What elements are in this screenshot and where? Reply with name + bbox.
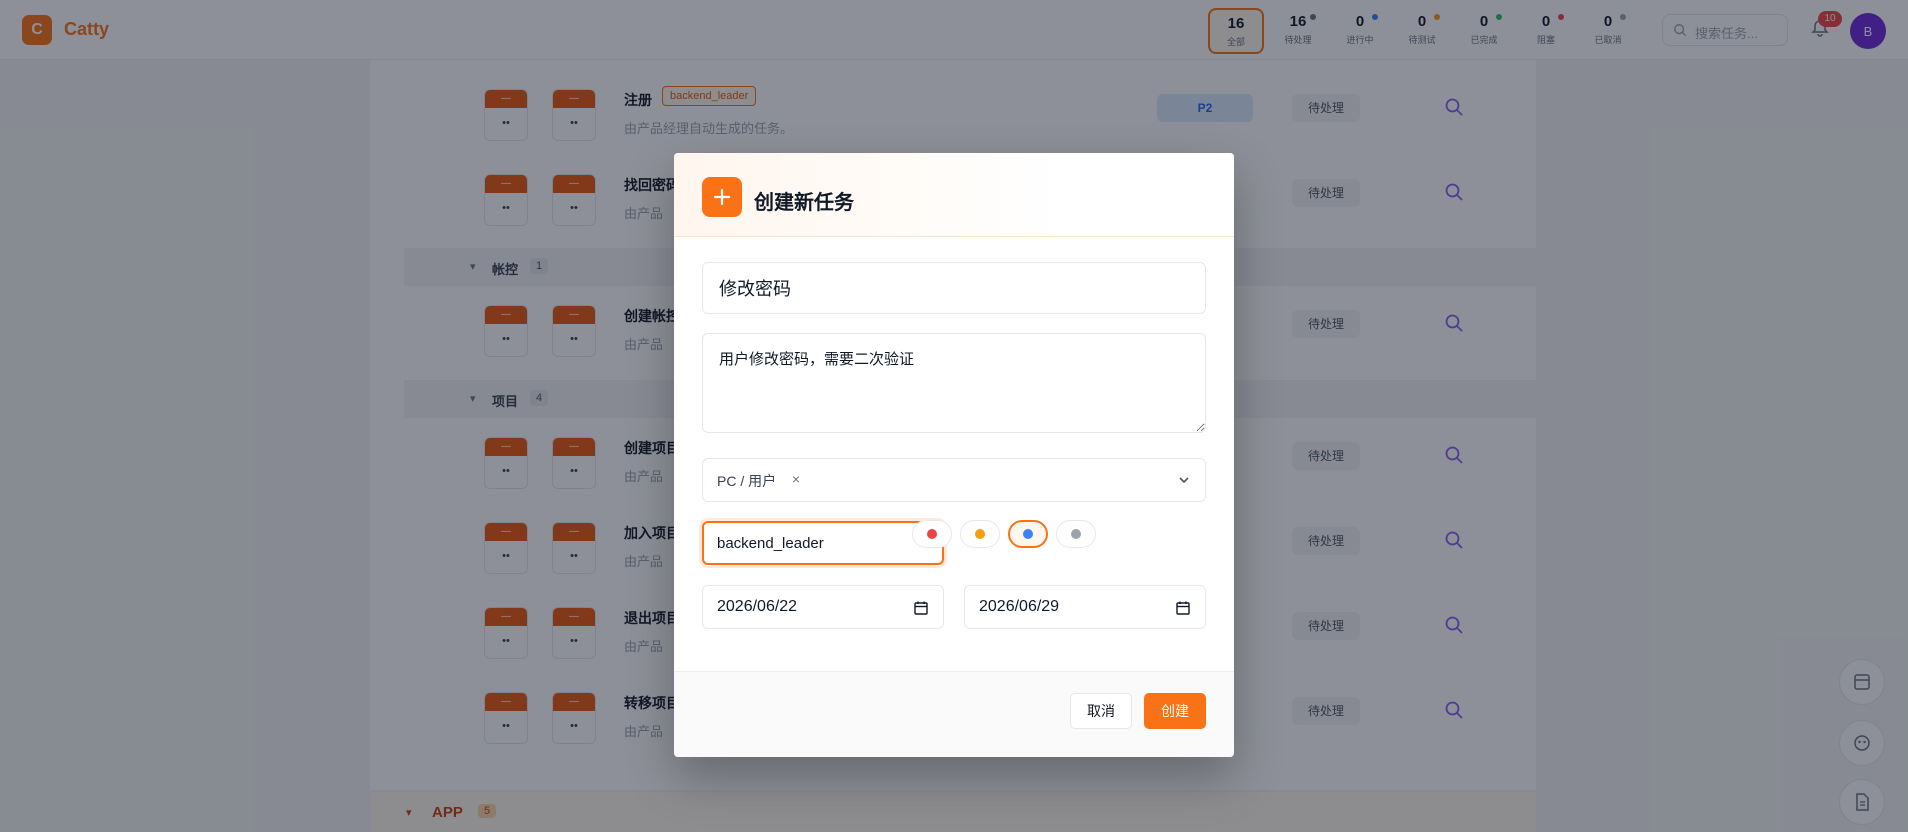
calendar-icon[interactable] — [1175, 600, 1191, 616]
remove-tag-icon[interactable]: × — [787, 470, 805, 488]
priority-option-orange[interactable] — [960, 520, 1000, 548]
dialog-title: 创建新任务 — [754, 192, 854, 214]
priority-option-red[interactable] — [912, 520, 952, 548]
priority-dot — [1071, 529, 1081, 539]
dialog-header: 创建新任务 — [674, 153, 1234, 237]
category-select[interactable]: PC / 用户 × — [702, 458, 1206, 502]
priority-dot — [927, 529, 937, 539]
category-tag: PC / 用户 — [717, 473, 777, 489]
calendar-icon[interactable] — [913, 600, 929, 616]
chevron-down-icon — [1179, 477, 1189, 484]
cancel-button[interactable]: 取消 — [1070, 693, 1132, 729]
assignee-value: backend_leader — [717, 535, 824, 552]
start-date-value: 2026/06/22 — [717, 598, 798, 615]
start-date-input[interactable]: 2026/06/22 — [702, 585, 944, 629]
task-description-textarea[interactable]: 用户修改密码，需要二次验证 — [702, 333, 1206, 433]
plus-icon — [702, 177, 742, 217]
priority-option-blue[interactable] — [1008, 520, 1048, 548]
priority-dot — [975, 529, 985, 539]
priority-option-gray[interactable] — [1056, 520, 1096, 548]
create-task-dialog: 创建新任务 用户修改密码，需要二次验证 PC / 用户 × backend_le… — [674, 153, 1234, 757]
create-button[interactable]: 创建 — [1144, 693, 1206, 729]
end-date-value: 2026/06/29 — [979, 598, 1060, 615]
end-date-input[interactable]: 2026/06/29 — [964, 585, 1206, 629]
task-title-input[interactable] — [702, 262, 1206, 314]
assignee-select[interactable]: backend_leader — [702, 521, 944, 565]
priority-dot — [1023, 529, 1033, 539]
dialog-footer: 取消 创建 — [674, 671, 1234, 757]
